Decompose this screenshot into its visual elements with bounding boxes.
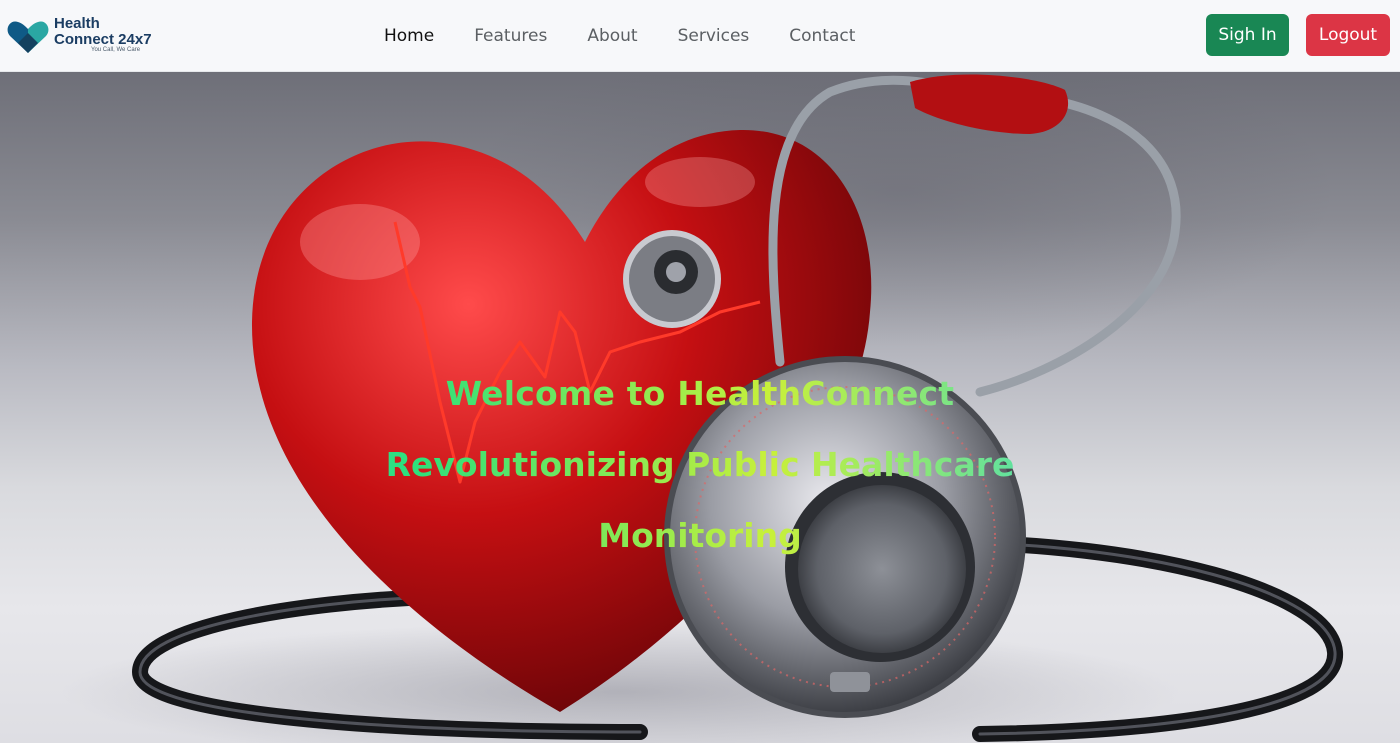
hero-subtitle-line1: Revolutionizing Public Healthcare <box>0 429 1400 500</box>
hero-subtitle-line2: Monitoring <box>0 500 1400 571</box>
hero-welcome-text: Welcome to HealthConnect <box>0 358 1400 429</box>
nav-contact[interactable]: Contact <box>769 26 875 46</box>
brand-name-line1: Health <box>54 15 100 32</box>
brand-name: Health Connect 24x7 <box>54 16 152 48</box>
hero-heading: Welcome to HealthConnect Revolutionizing… <box>0 358 1400 571</box>
brand-logo[interactable]: Health Connect 24x7 You Call, We Care <box>6 14 176 58</box>
top-navbar: Health Connect 24x7 You Call, We Care Ho… <box>0 0 1400 72</box>
brand-name-line2: Connect 24x7 <box>54 31 152 48</box>
heart-logo-icon <box>7 21 49 53</box>
nav-services[interactable]: Services <box>658 26 770 46</box>
main-nav: Home Features About Services Contact <box>364 0 875 72</box>
logout-button[interactable]: Logout <box>1306 14 1390 56</box>
nav-home[interactable]: Home <box>364 26 454 46</box>
sign-in-button[interactable]: Sigh In <box>1206 14 1289 56</box>
brand-tagline: You Call, We Care <box>91 47 141 53</box>
nav-features[interactable]: Features <box>454 26 567 46</box>
hero-banner: Welcome to HealthConnect Revolutionizing… <box>0 72 1400 743</box>
nav-about[interactable]: About <box>567 26 657 46</box>
